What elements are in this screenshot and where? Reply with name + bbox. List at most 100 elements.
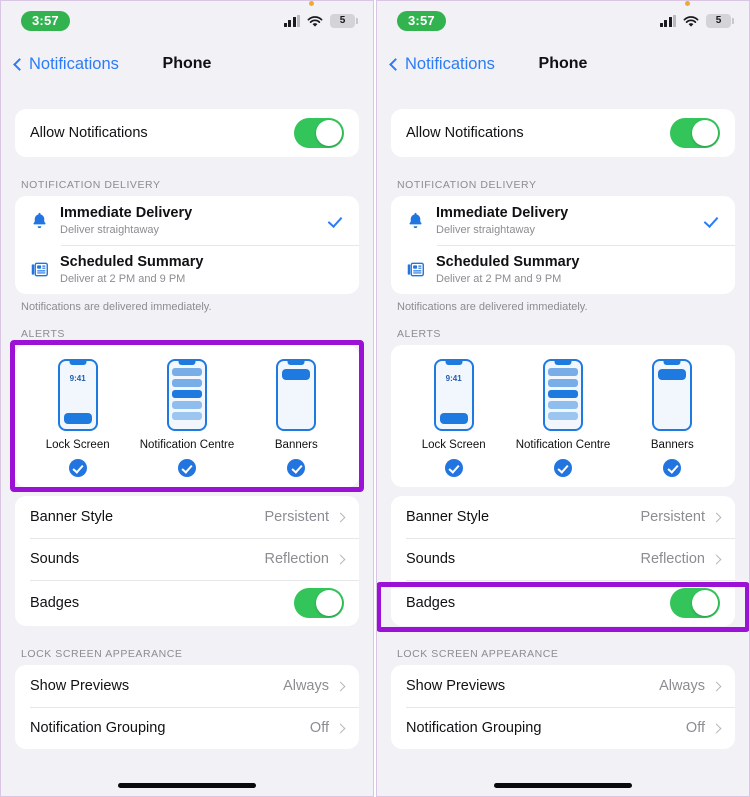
- phone-notch: [178, 361, 196, 365]
- chevron-right-icon: [335, 512, 346, 522]
- back-button[interactable]: Notifications: [13, 54, 119, 74]
- allow-notifications-row[interactable]: Allow Notifications: [391, 109, 735, 157]
- settings-row-sounds[interactable]: Sounds Reflection: [15, 538, 359, 580]
- mockup-notification-bar: [63, 413, 92, 424]
- home-indicator-bar[interactable]: [494, 782, 632, 788]
- delivery-row-title: Scheduled Summary: [436, 253, 580, 270]
- settings-row-sounds[interactable]: Sounds Reflection: [391, 538, 735, 580]
- mockup-banner-bar: [658, 369, 687, 380]
- cellular-signal-icon: [659, 14, 676, 27]
- alert-options-card: Banner Style Persistent Sounds Reflection Ba…: [15, 496, 359, 626]
- notification-delivery-section-header: NOTIFICATION DELIVERY: [21, 179, 161, 191]
- status-bar-indicators: 5: [659, 1, 734, 28]
- settings-row-banner-style[interactable]: Banner Style Persistent: [15, 496, 359, 538]
- mockup-banner-bar: [282, 369, 311, 380]
- bell-icon: [406, 211, 436, 230]
- alert-options-card-wrapper: Banner Style Persistent Sounds Reflection Ba…: [377, 496, 749, 632]
- status-bar: 3:57 5: [1, 1, 373, 41]
- chevron-right-icon: [335, 681, 346, 691]
- badges-toggle[interactable]: [670, 588, 720, 618]
- allow-notifications-row[interactable]: Allow Notifications: [15, 109, 359, 157]
- recording-indicator-dot: [685, 1, 690, 6]
- alert-option-checkbox[interactable]: [287, 459, 306, 477]
- chevron-right-icon: [711, 512, 722, 522]
- settings-row-badges[interactable]: Badges: [391, 580, 735, 626]
- settings-row-show-previews[interactable]: Show Previews Always: [15, 665, 359, 707]
- delivery-row-title: Immediate Delivery: [436, 204, 569, 221]
- dual-screenshot-stage: 3:57 5 Notifications Phone Allow Notificatio…: [0, 0, 750, 797]
- delivery-row-title: Scheduled Summary: [60, 253, 204, 270]
- phone-screen-left: 3:57 5 Notifications Phone Allow Notificatio…: [0, 0, 374, 797]
- alert-options-card: Banner Style Persistent Sounds Reflection Ba…: [391, 496, 735, 626]
- navigation-bar: Notifications Phone: [1, 41, 373, 87]
- alert-option-checkbox[interactable]: [553, 459, 572, 477]
- settings-row-show-previews[interactable]: Show Previews Always: [391, 665, 735, 707]
- lock-screen-appearance-section-header: LOCK SCREEN APPEARANCE: [397, 648, 559, 660]
- back-button[interactable]: Notifications: [389, 54, 495, 74]
- phone-mockup-1: [542, 359, 583, 431]
- toggle-knob: [691, 119, 719, 147]
- settings-row-label: Badges: [406, 595, 456, 611]
- delivery-row-subtitle: Deliver at 2 PM and 9 PM: [60, 272, 186, 285]
- summary-newspaper-icon: [30, 260, 60, 279]
- back-button-label: Notifications: [405, 54, 495, 73]
- alert-option-checkbox[interactable]: [663, 459, 682, 477]
- allow-notifications-toggle[interactable]: [670, 118, 720, 148]
- lock-screen-appearance-card: Show Previews Always Notification Grouping…: [15, 665, 359, 749]
- battery-level-text: 5: [715, 15, 722, 26]
- phone-notch: [554, 361, 572, 365]
- delivery-row-immediate[interactable]: Immediate Delivery Deliver straightaway: [15, 196, 359, 245]
- badges-toggle[interactable]: [294, 588, 344, 618]
- alert-option-notification-centre[interactable]: Notification Centre: [132, 359, 241, 477]
- notification-delivery-footer: Notifications are delivered immediately.: [397, 301, 588, 313]
- settings-row-label: Show Previews: [406, 678, 506, 694]
- settings-row-notification-grouping[interactable]: Notification Grouping Off: [391, 707, 735, 749]
- alert-option-checkbox[interactable]: [68, 459, 87, 477]
- settings-row-value: Reflection: [264, 551, 329, 567]
- mockup-notification-list: [547, 368, 578, 420]
- toggle-knob: [315, 119, 343, 147]
- alert-option-notification-centre[interactable]: Notification Centre: [508, 359, 617, 477]
- summary-newspaper-icon: [406, 260, 436, 279]
- settings-row-label: Banner Style: [30, 509, 114, 525]
- alert-option-label: Notification Centre: [515, 439, 611, 451]
- phone-notch: [663, 361, 681, 365]
- home-indicator-bar[interactable]: [118, 782, 256, 788]
- delivery-row-scheduled[interactable]: Scheduled Summary Deliver at 2 PM and 9 P…: [391, 245, 735, 294]
- alert-option-lock-screen[interactable]: 9:41 Lock Screen: [23, 359, 132, 477]
- chevron-right-icon: [711, 723, 722, 733]
- lock-screen-appearance-card: Show Previews Always Notification Grouping…: [391, 665, 735, 749]
- alerts-card-wrapper: 9:41 Lock Screen Notification Centre Banner…: [1, 340, 373, 492]
- chevron-right-icon: [335, 723, 346, 733]
- settings-row-value: Reflection: [640, 551, 705, 567]
- recording-indicator-dot: [309, 1, 314, 6]
- delivery-row-immediate[interactable]: Immediate Delivery Deliver straightaway: [391, 196, 735, 245]
- settings-row-label: Show Previews: [30, 678, 130, 694]
- battery-icon: 5: [330, 14, 358, 28]
- settings-row-badges[interactable]: Badges: [15, 580, 359, 626]
- alert-option-checkbox[interactable]: [177, 459, 196, 477]
- alert-option-label: Notification Centre: [139, 439, 235, 451]
- phone-notch: [69, 361, 87, 365]
- back-button-label: Notifications: [29, 54, 119, 73]
- phone-mockup-0: 9:41: [57, 359, 98, 431]
- settings-row-label: Sounds: [406, 551, 456, 567]
- alert-option-banners[interactable]: Banners: [242, 359, 351, 477]
- settings-row-label: Notification Grouping: [406, 720, 542, 736]
- allow-notifications-toggle[interactable]: [294, 118, 344, 148]
- navigation-bar: Notifications Phone: [377, 41, 749, 87]
- alert-option-checkbox[interactable]: [444, 459, 463, 477]
- alert-option-lock-screen[interactable]: 9:41 Lock Screen: [399, 359, 508, 477]
- alert-option-banners[interactable]: Banners: [618, 359, 727, 477]
- status-bar: 3:57 5: [377, 1, 749, 41]
- settings-row-notification-grouping[interactable]: Notification Grouping Off: [15, 707, 359, 749]
- notification-delivery-card: Immediate Delivery Deliver straightaway Sc…: [15, 196, 359, 294]
- chevron-right-icon: [335, 554, 346, 564]
- phone-notch: [287, 361, 305, 365]
- wifi-icon: [307, 15, 323, 27]
- settings-row-banner-style[interactable]: Banner Style Persistent: [391, 496, 735, 538]
- settings-row-value: Persistent: [640, 509, 705, 525]
- allow-notifications-card: Allow Notifications: [15, 109, 359, 157]
- settings-row-label: Notification Grouping: [30, 720, 166, 736]
- delivery-row-scheduled[interactable]: Scheduled Summary Deliver at 2 PM and 9 P…: [15, 245, 359, 294]
